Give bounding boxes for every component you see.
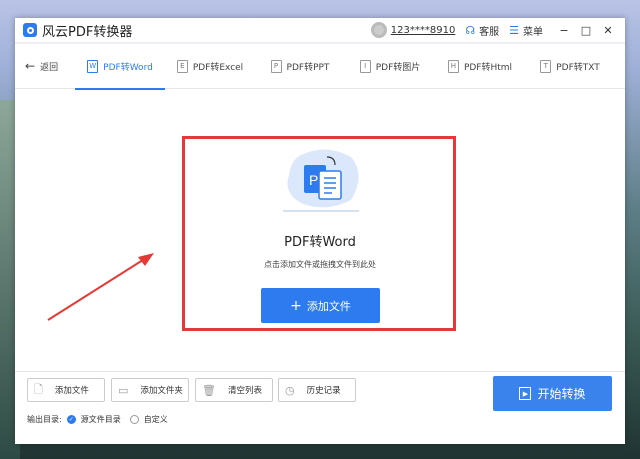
- txt-file-icon: T: [540, 59, 552, 73]
- tab-pdf-to-image[interactable]: I PDF转图片: [345, 44, 435, 89]
- bottom-toolbar: 🗋 添加文件 ▭ 添加文件夹 🗑 清空列表 ◷ 历史记录 输出目录: ✓ 源文件目录 自…: [15, 372, 625, 442]
- avatar[interactable]: [370, 22, 387, 38]
- tab-label: PDF转图片: [375, 62, 421, 73]
- word-file-icon: W: [87, 59, 99, 73]
- tab-pdf-to-word[interactable]: W PDF转Word: [75, 44, 165, 90]
- trash-icon: 🗑: [202, 383, 216, 397]
- tab-label: PDF转TXT: [556, 62, 600, 73]
- radio-label: 自定义: [143, 415, 168, 424]
- headset-icon[interactable]: ☊: [465, 24, 475, 37]
- label: 添加文件夹: [140, 386, 183, 396]
- app-logo-icon: [23, 23, 37, 37]
- folder-add-icon: ▭: [118, 383, 129, 397]
- back-label: 返回: [40, 62, 59, 73]
- output-dir-label: 输出目录:: [27, 415, 62, 424]
- history-button[interactable]: ◷ 历史记录: [278, 378, 356, 402]
- app-title: 风云PDF转换器: [42, 24, 133, 40]
- service-button[interactable]: 客服: [479, 23, 499, 38]
- label: 添加文件: [54, 386, 89, 396]
- tab-label: PDF转Excel: [192, 62, 244, 73]
- minimize-icon[interactable]: −: [555, 24, 573, 37]
- radio-label: 源文件目录: [80, 415, 121, 424]
- maximize-icon[interactable]: □: [577, 24, 595, 37]
- play-icon: ▶: [519, 387, 532, 400]
- image-file-icon: I: [359, 59, 371, 73]
- tab-pdf-to-excel[interactable]: E PDF转Excel: [165, 44, 255, 89]
- excel-file-icon: E: [176, 59, 188, 73]
- start-convert-button[interactable]: ▶ 开始转换: [493, 376, 612, 411]
- menu-icon[interactable]: ☰: [509, 24, 519, 37]
- menu-button[interactable]: 菜单: [523, 23, 543, 38]
- conversion-tabs: ← 返回 W PDF转Word E PDF转Excel P PDF转PPT I PDF转…: [15, 44, 625, 90]
- tab-pdf-to-html[interactable]: H PDF转Html: [435, 44, 525, 89]
- radio-source-dir[interactable]: ✓: [66, 415, 76, 424]
- ppt-file-icon: P: [270, 59, 282, 73]
- user-account-link[interactable]: 123****8910: [391, 25, 456, 36]
- tab-label: PDF转Html: [463, 62, 513, 73]
- close-icon[interactable]: ✕: [599, 24, 617, 37]
- drop-zone[interactable]: P PDF转Word 点击添加文件或拖拽文件到此处 + 添加文件: [15, 89, 625, 372]
- start-label: 开始转换: [537, 387, 586, 401]
- clock-icon: ◷: [285, 383, 295, 397]
- arrow-left-icon: ←: [25, 59, 36, 73]
- radio-custom[interactable]: [129, 415, 139, 424]
- clear-list-button[interactable]: 🗑 清空列表: [195, 378, 273, 402]
- file-add-icon: 🗋: [34, 382, 43, 396]
- highlight-box: [182, 136, 456, 331]
- tab-pdf-to-ppt[interactable]: P PDF转PPT: [255, 44, 345, 89]
- tab-pdf-to-txt[interactable]: T PDF转TXT: [525, 44, 615, 89]
- title-bar: 风云PDF转换器 123****8910 ☊ 客服 ☰ 菜单 − □ ✕: [15, 18, 625, 44]
- tab-label: PDF转PPT: [286, 62, 330, 73]
- back-button[interactable]: ← 返回: [25, 59, 75, 73]
- add-folder-button[interactable]: ▭ 添加文件夹: [111, 378, 189, 402]
- add-file-toolbar-button[interactable]: 🗋 添加文件: [27, 378, 105, 402]
- tab-label: PDF转Word: [103, 62, 153, 73]
- label: 清空列表: [227, 386, 262, 396]
- app-window: 风云PDF转换器 123****8910 ☊ 客服 ☰ 菜单 − □ ✕ ← 返…: [15, 18, 625, 444]
- label: 历史记录: [306, 386, 341, 396]
- html-file-icon: H: [447, 59, 459, 73]
